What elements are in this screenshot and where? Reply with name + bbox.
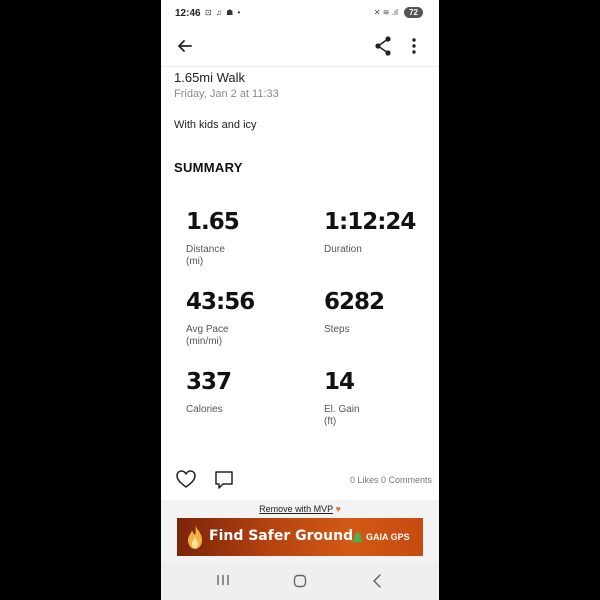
flame-icon: [188, 525, 202, 549]
recents-icon[interactable]: [216, 574, 230, 586]
promo-area: Remove with MVP ♥ Find Safer Ground GAIA…: [161, 500, 439, 562]
stat-value: 6282: [324, 289, 385, 315]
stat-unit: (mi): [186, 256, 204, 267]
stat-unit: (ft): [324, 416, 337, 427]
stat-label: Distance: [186, 244, 225, 255]
stat-value: 1.65: [186, 209, 240, 235]
comment-icon[interactable]: [213, 469, 235, 491]
back-arrow-icon[interactable]: [175, 36, 195, 56]
notification-icons: ⊡ ♫ ☗ •: [205, 8, 242, 17]
summary-heading: SUMMARY: [174, 160, 243, 175]
remove-with-mvp-link[interactable]: Remove with MVP: [259, 504, 333, 514]
stat-avg-pace: 43:56 Avg Pace (min/mi): [186, 288, 306, 348]
nav-back-icon[interactable]: [371, 574, 383, 588]
stat-label: El. Gain: [324, 404, 360, 415]
stat-distance: 1.65 Distance (mi): [186, 208, 306, 268]
tree-icon: [352, 531, 363, 542]
stat-label: Calories: [186, 404, 223, 415]
activity-description: With kids and icy: [174, 119, 257, 131]
stat-label: Avg Pace: [186, 324, 229, 335]
activity-date: Friday, Jan 2 at 11:33: [174, 88, 279, 100]
phone-screen: 12:46 ⊡ ♫ ☗ • ✕ ≋ .ıl 72 1.65mi Walk Fri…: [161, 0, 439, 600]
activity-title: 1.65mi Walk: [174, 70, 246, 85]
stat-label: Steps: [324, 324, 350, 335]
stat-elevation-gain: 14 El. Gain (ft): [324, 368, 439, 428]
app-bar: [161, 28, 439, 67]
ad-brand-name: GAIA GPS: [366, 532, 410, 542]
social-bar: 0 Likes 0 Comments: [161, 466, 439, 496]
stat-value: 14: [324, 369, 355, 395]
ad-headline: Find Safer Ground: [209, 528, 354, 544]
signal-icons: ✕ ≋ .ıl: [373, 8, 398, 17]
status-right-icons: ✕ ≋ .ıl 72: [374, 7, 423, 18]
system-nav-bar: [161, 562, 439, 600]
stat-value: 337: [186, 369, 232, 395]
stat-value: 43:56: [186, 289, 255, 315]
stat-steps: 6282 Steps: [324, 288, 439, 336]
battery-badge: 72: [404, 7, 423, 18]
status-bar: 12:46 ⊡ ♫ ☗ • ✕ ≋ .ıl 72: [161, 0, 439, 28]
stat-calories: 337 Calories: [186, 368, 306, 416]
heart-outline-icon[interactable]: [175, 468, 197, 490]
status-time: 12:46: [175, 8, 201, 19]
stat-duration: 1:12:24 Duration: [324, 208, 439, 256]
home-icon[interactable]: [293, 574, 307, 588]
heart-icon: ♥: [335, 504, 341, 514]
share-icon[interactable]: [373, 35, 393, 57]
ad-banner[interactable]: Find Safer Ground GAIA GPS: [177, 518, 423, 556]
stat-value: 1:12:24: [324, 209, 416, 235]
stat-unit: (min/mi): [186, 336, 223, 347]
likes-comments-count[interactable]: 0 Likes 0 Comments: [350, 475, 432, 485]
remove-ads-row: Remove with MVP ♥: [161, 504, 439, 514]
stat-label: Duration: [324, 244, 362, 255]
more-vertical-icon[interactable]: [407, 36, 421, 56]
